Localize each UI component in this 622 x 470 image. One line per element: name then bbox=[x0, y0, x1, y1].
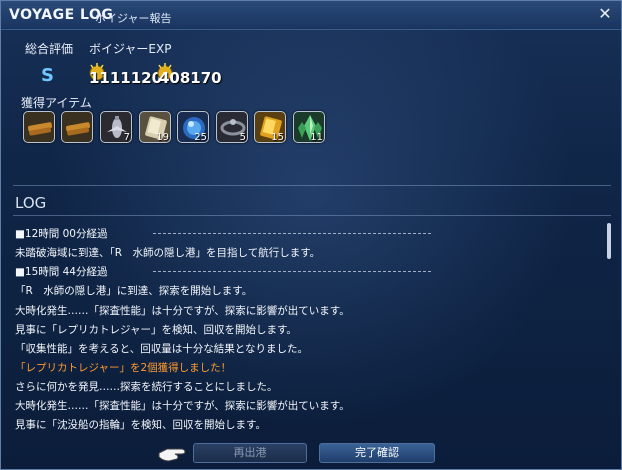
voyage-log-window: VOYAGE LOG ボイジャー報告 ✕ 総合評価 ボイジャーEXP S 111… bbox=[0, 0, 622, 470]
close-icon[interactable]: ✕ bbox=[595, 4, 615, 24]
exp-label: ボイジャーEXP bbox=[89, 42, 172, 56]
item-slot[interactable] bbox=[23, 111, 55, 143]
pointing-hand-icon bbox=[158, 448, 186, 462]
finalize-report-button[interactable]: 完了確認 bbox=[319, 443, 435, 463]
item-slot[interactable] bbox=[61, 111, 93, 143]
item-slot[interactable]: 11 bbox=[293, 111, 325, 143]
log-line: 大時化発生……「探査性能」は十分ですが、探索に影響が出ています。 bbox=[15, 400, 350, 412]
bronze-bars-icon bbox=[27, 122, 53, 136]
item-slot[interactable]: 15 bbox=[254, 111, 286, 143]
rating-value: S bbox=[41, 65, 54, 86]
log-line: 「R 水師の隠し港」に到達、探索を開始します。 bbox=[15, 285, 253, 297]
log-separator bbox=[153, 233, 431, 234]
items-label: 獲得アイテム bbox=[21, 96, 92, 110]
log-line: 大時化発生……「探査性能」は十分ですが、探索に影響が出ています。 bbox=[15, 305, 350, 317]
log-scrollbar[interactable] bbox=[607, 223, 611, 259]
log-line: さらに何かを発見……探索を続行することにしました。 bbox=[15, 381, 278, 393]
title-bar: VOYAGE LOG ボイジャー報告 ✕ bbox=[1, 1, 621, 30]
window-subtitle: ボイジャー報告 bbox=[95, 12, 172, 25]
log-line: 見事に「レプリカトレジャー」を検知、回収を開始します。 bbox=[15, 324, 297, 336]
log-line: ■15時間 44分経過 bbox=[15, 266, 108, 278]
redeploy-button[interactable]: 再出港 bbox=[193, 443, 307, 463]
rating-label: 総合評価 bbox=[25, 42, 74, 56]
log-title: LOG bbox=[15, 194, 47, 212]
divider bbox=[13, 185, 611, 186]
item-slot[interactable]: 5 bbox=[216, 111, 248, 143]
log-line: 「収集性能」を考えると、回収量は十分な結果となりました。 bbox=[15, 343, 308, 355]
log-separator bbox=[153, 271, 431, 272]
exp-score-1: 1111120 bbox=[89, 69, 163, 87]
exp-score-2: 408170 bbox=[159, 69, 222, 87]
log-line-highlight: 「レプリカトレジャー」を2個獲得しました！ bbox=[15, 362, 232, 374]
item-slot[interactable]: 7 bbox=[100, 111, 132, 143]
log-line: 見事に「沈没船の指輪」を検知、回収を開始します。 bbox=[15, 419, 266, 431]
item-slot[interactable]: 25 bbox=[177, 111, 209, 143]
log-panel[interactable]: ■12時間 00分経過 未踏破海域に到達、「R 水師の隠し港」を目指して航行しま… bbox=[11, 219, 603, 434]
log-line: ■12時間 00分経過 bbox=[15, 228, 108, 240]
item-slot[interactable]: 19 bbox=[139, 111, 171, 143]
bronze-bars-icon bbox=[65, 122, 91, 136]
divider bbox=[13, 215, 611, 216]
log-line: 未踏破海域に到達、「R 水師の隠し港」を目指して航行します。 bbox=[15, 247, 321, 259]
